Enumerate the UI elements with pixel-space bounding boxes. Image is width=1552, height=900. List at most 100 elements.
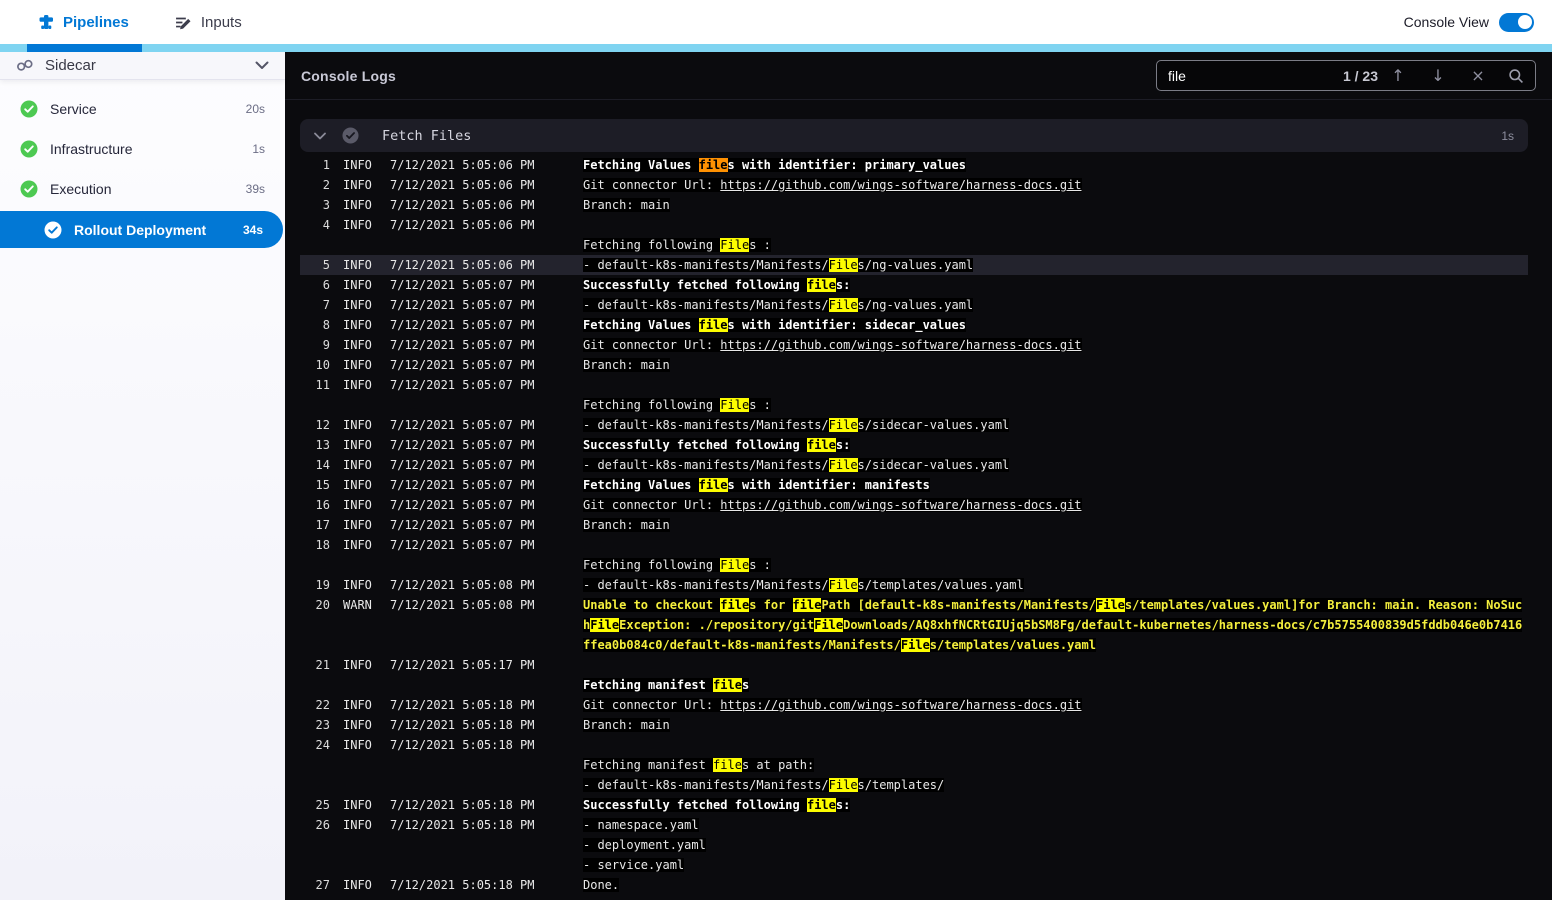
log-link[interactable]: https://github.com/wings-software/harnes… <box>720 698 1081 712</box>
line-number: 20 <box>315 598 330 612</box>
line-number: 7 <box>322 298 330 312</box>
log-link[interactable]: https://github.com/wings-software/harnes… <box>720 338 1081 352</box>
log-timestamp: 7/12/2021 5:05:18 PM <box>390 738 535 752</box>
stage-title: Sidecar <box>45 57 96 74</box>
log-timestamp: 7/12/2021 5:05:18 PM <box>390 798 535 812</box>
log-timestamp: 7/12/2021 5:05:08 PM <box>390 598 535 612</box>
log-row: 7 INFO 7/12/2021 5:05:07 PM - default-k8s-m… <box>300 295 1528 315</box>
step-label: Execution <box>50 181 112 197</box>
search-match: file <box>806 438 836 452</box>
search-match-position: 1 / 23 <box>1342 67 1378 84</box>
log-message <box>583 735 1528 755</box>
stage-selector[interactable]: Sidecar <box>0 52 285 80</box>
chevron-down-icon[interactable] <box>255 61 269 70</box>
log-row: 22 INFO 7/12/2021 5:05:18 PM Git connector … <box>300 695 1528 715</box>
line-number <box>300 855 330 875</box>
inputs-icon <box>175 14 192 31</box>
line-number: 16 <box>315 498 330 512</box>
tab-inputs[interactable]: Inputs <box>175 14 242 31</box>
log-level: INFO <box>343 318 372 332</box>
log-timestamp <box>390 675 575 695</box>
log-level: INFO <box>343 178 372 192</box>
line-number <box>300 675 330 695</box>
log-row: 5 INFO 7/12/2021 5:05:06 PM - default-k8s-m… <box>300 255 1528 275</box>
search-match: File <box>828 578 858 592</box>
log-message: Fetching following Files : <box>583 238 771 252</box>
line-number: 5 <box>322 258 330 272</box>
log-message: - service.yaml <box>583 858 685 872</box>
log-lines: 1 INFO 7/12/2021 5:05:06 PM Fetching Values… <box>300 155 1528 895</box>
step-duration: 20s <box>245 102 265 116</box>
log-row: Fetching manifest files <box>300 675 1528 695</box>
app-window: Pipelines Inputs Console View Sidecar Se… <box>0 0 1552 900</box>
log-row: 20 WARN 7/12/2021 5:05:08 PM Unable to chec… <box>300 595 1528 655</box>
log-row: 12 INFO 7/12/2021 5:05:07 PM - default-k8s-… <box>300 415 1528 435</box>
line-number: 2 <box>322 178 330 192</box>
section-collapse-chevron-icon[interactable] <box>314 132 326 140</box>
log-level: INFO <box>343 458 372 472</box>
log-timestamp: 7/12/2021 5:05:07 PM <box>390 418 535 432</box>
step-label: Rollout Deployment <box>74 221 207 238</box>
log-row: 14 INFO 7/12/2021 5:05:07 PM - default-k8s-… <box>300 455 1528 475</box>
sidebar-item-infrastructure[interactable]: Infrastructure 1s <box>0 129 285 169</box>
console-header: Console Logs file 1 / 23 ↑ ↓ × <box>285 52 1552 100</box>
line-number: 18 <box>315 538 330 552</box>
line-number: 9 <box>322 338 330 352</box>
line-number <box>300 395 330 415</box>
log-link[interactable]: https://github.com/wings-software/harnes… <box>720 178 1081 192</box>
search-prev-button[interactable]: ↑ <box>1378 67 1418 84</box>
log-message <box>583 375 1528 395</box>
sidebar-item-service[interactable]: Service 20s <box>0 89 285 129</box>
log-row: 15 INFO 7/12/2021 5:05:07 PM Fetching Value… <box>300 475 1528 495</box>
log-row: 8 INFO 7/12/2021 5:05:07 PM Fetching Values… <box>300 315 1528 335</box>
sidebar-item-execution[interactable]: Execution 39s <box>0 169 285 209</box>
sidebar: Sidecar Service 20s Infrastructure 1s Ex… <box>0 52 285 900</box>
log-message: Successfully fetched following files: <box>583 278 851 292</box>
log-row: 11 INFO 7/12/2021 5:05:07 PM <box>300 375 1528 395</box>
success-check-icon-selected <box>44 221 62 239</box>
tab-pipelines-label: Pipelines <box>63 13 129 31</box>
log-level <box>343 855 385 875</box>
console-view-toggle[interactable] <box>1499 12 1534 32</box>
log-row: 16 INFO 7/12/2021 5:05:07 PM Git connector … <box>300 495 1528 515</box>
log-level <box>343 755 385 775</box>
line-number: 19 <box>315 578 330 592</box>
accent-strip <box>0 44 1552 52</box>
log-search-box[interactable]: file 1 / 23 ↑ ↓ × <box>1156 60 1536 91</box>
log-message: Branch: main <box>583 718 670 732</box>
line-number: 11 <box>315 378 330 392</box>
search-icon[interactable] <box>1498 68 1524 84</box>
search-match: file <box>698 478 728 492</box>
line-number <box>300 835 330 855</box>
line-number: 13 <box>315 438 330 452</box>
log-timestamp: 7/12/2021 5:05:07 PM <box>390 438 535 452</box>
log-row: 2 INFO 7/12/2021 5:05:06 PM Git connector U… <box>300 175 1528 195</box>
log-row: - service.yaml <box>300 855 1528 875</box>
log-timestamp: 7/12/2021 5:05:18 PM <box>390 878 535 892</box>
log-message: - default-k8s-manifests/Manifests/Files/… <box>583 258 974 272</box>
log-section-header[interactable]: Fetch Files 1s <box>300 119 1528 152</box>
search-clear-button[interactable]: × <box>1458 67 1498 84</box>
log-row: Fetching following Files : <box>300 555 1528 575</box>
log-message: Fetching Values files with identifier: p… <box>583 158 966 172</box>
log-message: - default-k8s-manifests/Manifests/Files/… <box>583 578 1024 592</box>
line-number: 25 <box>315 798 330 812</box>
log-row: 24 INFO 7/12/2021 5:05:18 PM <box>300 735 1528 755</box>
search-next-button[interactable]: ↓ <box>1418 67 1458 84</box>
search-match: File <box>720 238 750 252</box>
log-row: 13 INFO 7/12/2021 5:05:07 PM Successfully f… <box>300 435 1528 455</box>
log-level: INFO <box>343 658 372 672</box>
log-level: INFO <box>343 258 372 272</box>
log-link[interactable]: https://github.com/wings-software/harnes… <box>720 498 1081 512</box>
log-timestamp: 7/12/2021 5:05:07 PM <box>390 358 535 372</box>
log-timestamp: 7/12/2021 5:05:07 PM <box>390 538 535 552</box>
sidebar-item-rollout-deployment[interactable]: Rollout Deployment 34s <box>0 211 283 248</box>
search-match: File <box>814 618 844 632</box>
search-match: file <box>806 278 836 292</box>
log-level: INFO <box>343 298 372 312</box>
search-match: File <box>828 458 858 472</box>
log-level <box>343 675 385 695</box>
line-number: 12 <box>315 418 330 432</box>
tab-pipelines[interactable]: Pipelines <box>38 14 129 31</box>
search-input[interactable]: file <box>1168 68 1186 84</box>
